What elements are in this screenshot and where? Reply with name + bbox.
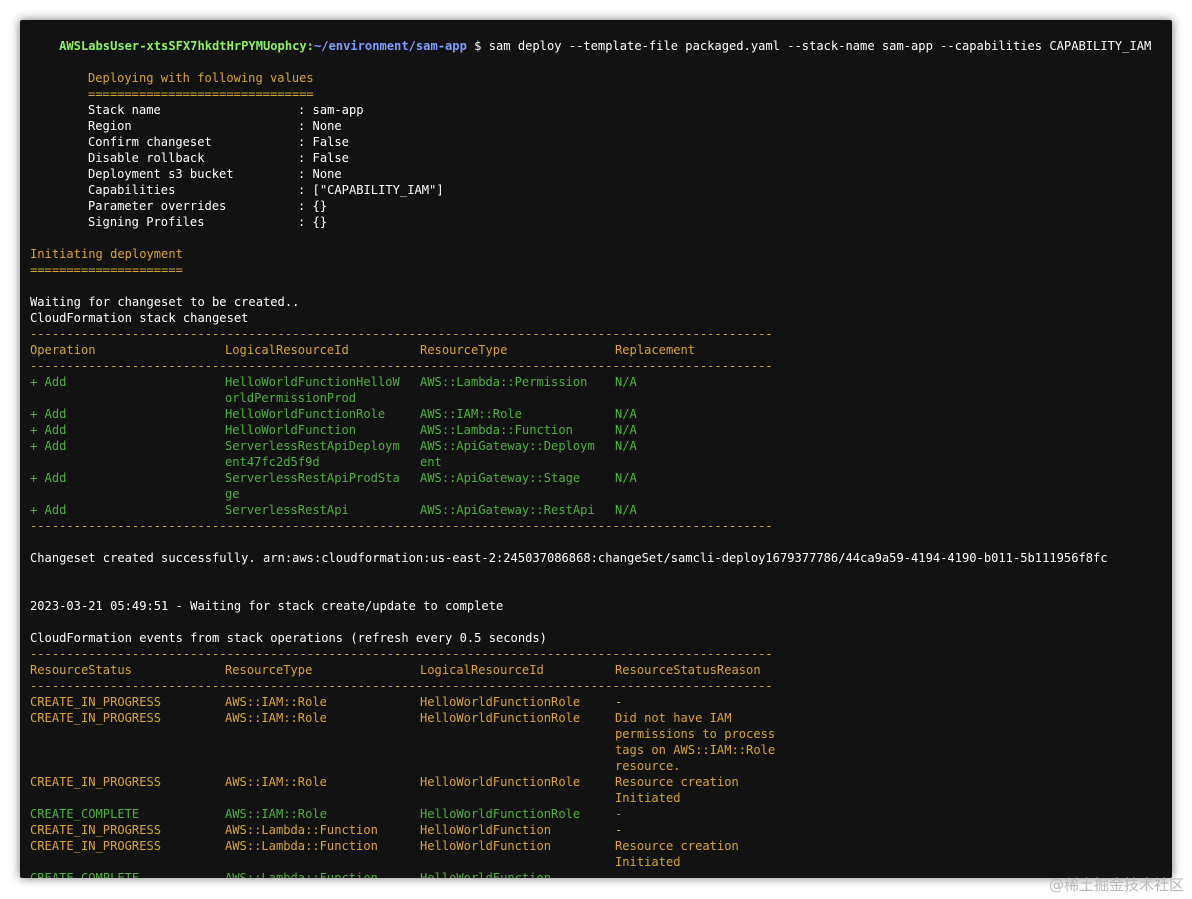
initiating-heading: Initiating deployment <box>30 247 183 261</box>
deploy-value-row: Stack name : sam-app <box>88 103 364 117</box>
deploy-value-row: Signing Profiles : {} <box>88 215 328 229</box>
changeset-row: + Add ServerlessRestApi AWS::ApiGateway:… <box>30 503 637 517</box>
changeset-rule-top: ----------------------------------------… <box>30 327 773 341</box>
event-row: CREATE_IN_PROGRESS AWS::Lambda::Function… <box>30 839 739 853</box>
header-logical-resource-id: LogicalResourceId <box>225 343 349 357</box>
changeset-row: orldPermissionProd <box>225 391 357 405</box>
deploy-value-row: Capabilities : ["CAPABILITY_IAM"] <box>88 183 444 197</box>
stack-waiting-text: 2023-03-21 05:49:51 - Waiting for stack … <box>30 599 504 613</box>
changeset-row: ent47fc2d5f9d ent <box>225 455 442 469</box>
event-row: CREATE_COMPLETE AWS::Lambda::Function He… <box>30 871 623 878</box>
command-text: $ sam deploy --template-file packaged.ya… <box>466 39 1152 53</box>
changeset-row: + Add HelloWorldFunction AWS::Lambda::Fu… <box>30 423 637 437</box>
header-resource-type: ResourceType <box>225 663 313 677</box>
changeset-row: ge <box>225 487 240 501</box>
event-row: CREATE_IN_PROGRESS AWS::IAM::Role HelloW… <box>30 775 739 789</box>
event-row: Initiated <box>615 791 681 805</box>
changeset-row: + Add HelloWorldFunctionHelloW AWS::Lamb… <box>30 375 637 389</box>
event-row: CREATE_IN_PROGRESS AWS::Lambda::Function… <box>30 823 623 837</box>
prompt-path: ~/environment/sam-app <box>313 39 467 53</box>
header-operation: Operation <box>30 343 96 357</box>
event-row: resource. <box>615 759 681 773</box>
event-row: CREATE_IN_PROGRESS AWS::IAM::Role HelloW… <box>30 711 732 725</box>
event-row: Initiated <box>615 855 681 869</box>
changeset-title: CloudFormation stack changeset <box>30 311 249 325</box>
event-row: tags on AWS::IAM::Role <box>615 743 776 757</box>
changeset-rule-bottom: ----------------------------------------… <box>30 519 773 533</box>
event-row: CREATE_COMPLETE AWS::IAM::Role HelloWorl… <box>30 807 623 821</box>
event-row: permissions to process <box>615 727 776 741</box>
header-logical-resource-id: LogicalResourceId <box>420 663 544 677</box>
changeset-header-row: Operation LogicalResourceId ResourceType… <box>30 342 695 358</box>
events-rule-mid: ----------------------------------------… <box>30 679 773 693</box>
header-resource-type: ResourceType <box>420 343 508 357</box>
header-resource-status: ResourceStatus <box>30 663 132 677</box>
deploy-values-heading: Deploying with following values <box>88 71 314 85</box>
header-resource-status-reason: ResourceStatusReason <box>615 663 761 677</box>
deploy-value-row: Region : None <box>88 119 342 133</box>
deploy-value-row: Confirm changeset : False <box>88 135 349 149</box>
deploy-value-row: Deployment s3 bucket : None <box>88 167 342 181</box>
events-rule-top: ----------------------------------------… <box>30 647 773 661</box>
deploy-values-underline: =============================== <box>88 87 314 101</box>
events-header-row: ResourceStatus ResourceType LogicalResou… <box>30 662 761 678</box>
deploy-value-row: Disable rollback : False <box>88 151 349 165</box>
deploy-value-row: Parameter overrides : {} <box>88 199 328 213</box>
terminal-window[interactable]: AWSLabsUser-xtsSFX7hkdtHrPYMUophcy:~/env… <box>20 20 1172 878</box>
prompt-user-host: AWSLabsUser-xtsSFX7hkdtHrPYMUophcy: <box>59 39 314 53</box>
header-replacement: Replacement <box>615 343 696 357</box>
changeset-row: + Add HelloWorldFunctionRole AWS::IAM::R… <box>30 407 637 421</box>
changeset-waiting-text: Waiting for changeset to be created.. <box>30 295 300 309</box>
command-line: AWSLabsUser-xtsSFX7hkdtHrPYMUophcy:~/env… <box>30 22 1151 53</box>
changeset-row: + Add ServerlessRestApiProdSta AWS::ApiG… <box>30 471 637 485</box>
watermark: @稀土掘金技术社区 <box>1048 876 1184 894</box>
event-row: CREATE_IN_PROGRESS AWS::IAM::Role HelloW… <box>30 695 623 709</box>
changeset-row: + Add ServerlessRestApiDeploym AWS::ApiG… <box>30 439 637 453</box>
events-title: CloudFormation events from stack operati… <box>30 631 547 645</box>
changeset-created-text: Changeset created successfully. arn:aws:… <box>30 551 1108 565</box>
initiating-underline: ===================== <box>30 263 183 277</box>
changeset-rule-mid: ----------------------------------------… <box>30 359 773 373</box>
